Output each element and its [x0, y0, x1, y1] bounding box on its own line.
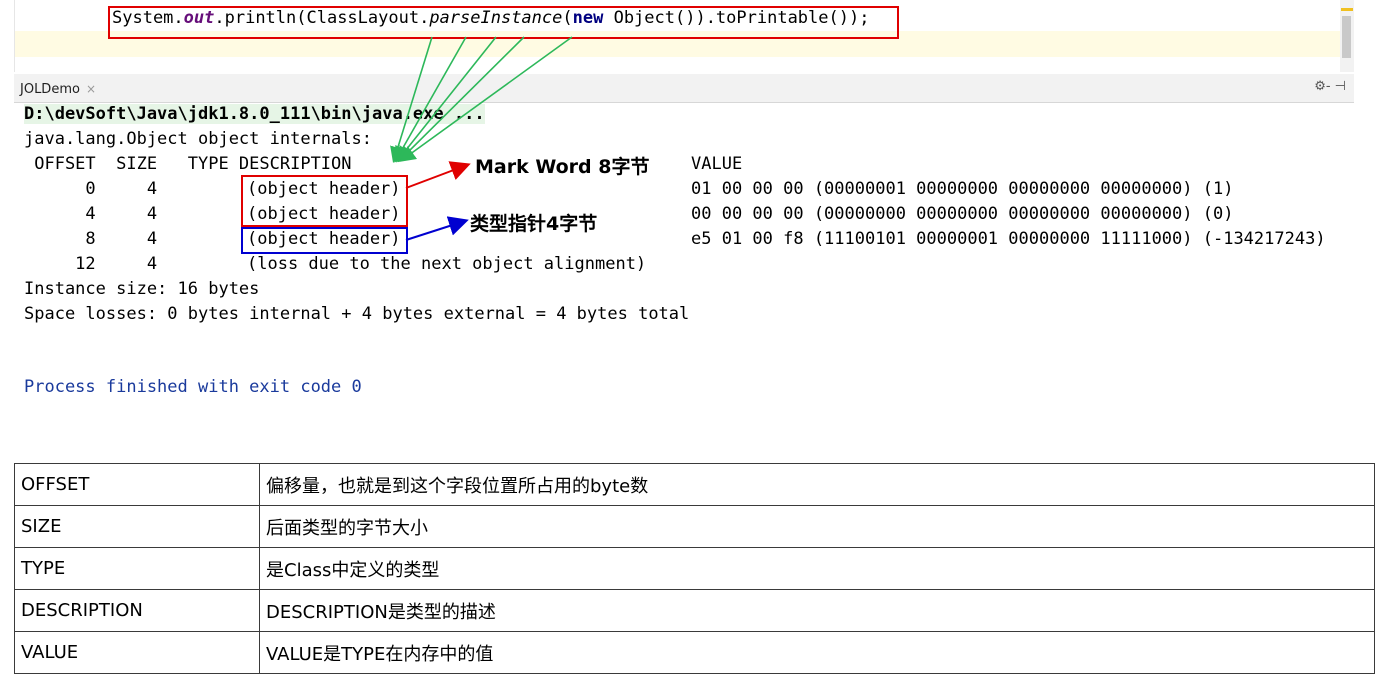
console-row-value: e5 01 00 f8 (11100101 00000001 00000000 … — [691, 229, 1326, 249]
table-key: SIZE — [14, 505, 260, 548]
console-header-line: java.lang.Object object internals: — [24, 129, 372, 149]
klass-pointer-annotation: 类型指针4字节 — [470, 213, 598, 235]
console-row-offset: 8 4 — [24, 229, 158, 249]
close-icon[interactable]: × — [86, 82, 96, 96]
table-row: SIZE 后面类型的字节大小 — [14, 505, 1375, 548]
console-row-desc: (loss due to the next object alignment) — [247, 254, 647, 274]
table-desc: 后面类型的字节大小 — [259, 505, 1375, 548]
table-row: VALUE VALUE是TYPE在内存中的值 — [14, 631, 1375, 674]
table-desc: 是Class中定义的类型 — [259, 547, 1375, 590]
table-key: OFFSET — [14, 463, 260, 506]
klass-pointer-box — [241, 227, 408, 254]
table-row: DESCRIPTION DESCRIPTION是类型的描述 — [14, 589, 1375, 632]
console-process-finished: Process finished with exit code 0 — [24, 377, 362, 397]
settings-icon[interactable]: ⚙- ⊣ — [1314, 79, 1346, 94]
console-row-offset: 4 4 — [24, 204, 158, 224]
java-command[interactable]: D:\devSoft\Java\jdk1.8.0_111\bin\java.ex… — [24, 104, 485, 124]
console-value-header: VALUE — [691, 154, 743, 174]
console-row-offset: 12 4 — [24, 254, 158, 274]
table-desc: DESCRIPTION是类型的描述 — [259, 589, 1375, 632]
table-key: TYPE — [14, 547, 260, 590]
scrollbar-thumb[interactable] — [1342, 16, 1351, 58]
table-desc: VALUE是TYPE在内存中的值 — [259, 631, 1375, 674]
editor-scrollbar[interactable] — [1340, 0, 1354, 72]
code-editor[interactable]: System.out.println(ClassLayout.parseInst… — [14, 0, 1354, 72]
console-row-offset: 0 4 — [24, 179, 158, 199]
console-row-value: 01 00 00 00 (00000001 00000000 00000000 … — [691, 179, 1234, 199]
table-desc: 偏移量，也就是到这个字段位置所占用的byte数 — [259, 463, 1375, 506]
table-row: TYPE 是Class中定义的类型 — [14, 547, 1375, 590]
table-key: VALUE — [14, 631, 260, 674]
console-columns: OFFSET SIZE TYPE DESCRIPTION — [24, 154, 352, 174]
table-key: DESCRIPTION — [14, 589, 260, 632]
run-console: JOLDemo × ⚙- ⊣ D:\devSoft\Java\jdk1.8.0_1… — [14, 74, 1354, 410]
mark-word-box — [241, 175, 408, 227]
scrollbar-marker — [1341, 8, 1353, 11]
tab-label: JOLDemo — [20, 82, 80, 97]
mark-word-annotation: Mark Word 8字节 — [475, 156, 650, 178]
tab-joldemo[interactable]: JOLDemo × — [14, 78, 102, 100]
console-instance-size: Instance size: 16 bytes — [24, 279, 260, 299]
console-command-line: D:\devSoft\Java\jdk1.8.0_111\bin\java.ex… — [24, 104, 485, 124]
console-row-value: 00 00 00 00 (00000000 00000000 00000000 … — [691, 204, 1234, 224]
field-description-table: OFFSET 偏移量，也就是到这个字段位置所占用的byte数 SIZE 后面类型… — [14, 463, 1375, 674]
run-tab-bar: JOLDemo × ⚙- ⊣ — [14, 74, 1354, 103]
code-highlight-box — [108, 6, 899, 39]
table-row: OFFSET 偏移量，也就是到这个字段位置所占用的byte数 — [14, 463, 1375, 506]
editor-gutter — [14, 0, 15, 72]
console-space-losses: Space losses: 0 bytes internal + 4 bytes… — [24, 304, 690, 324]
